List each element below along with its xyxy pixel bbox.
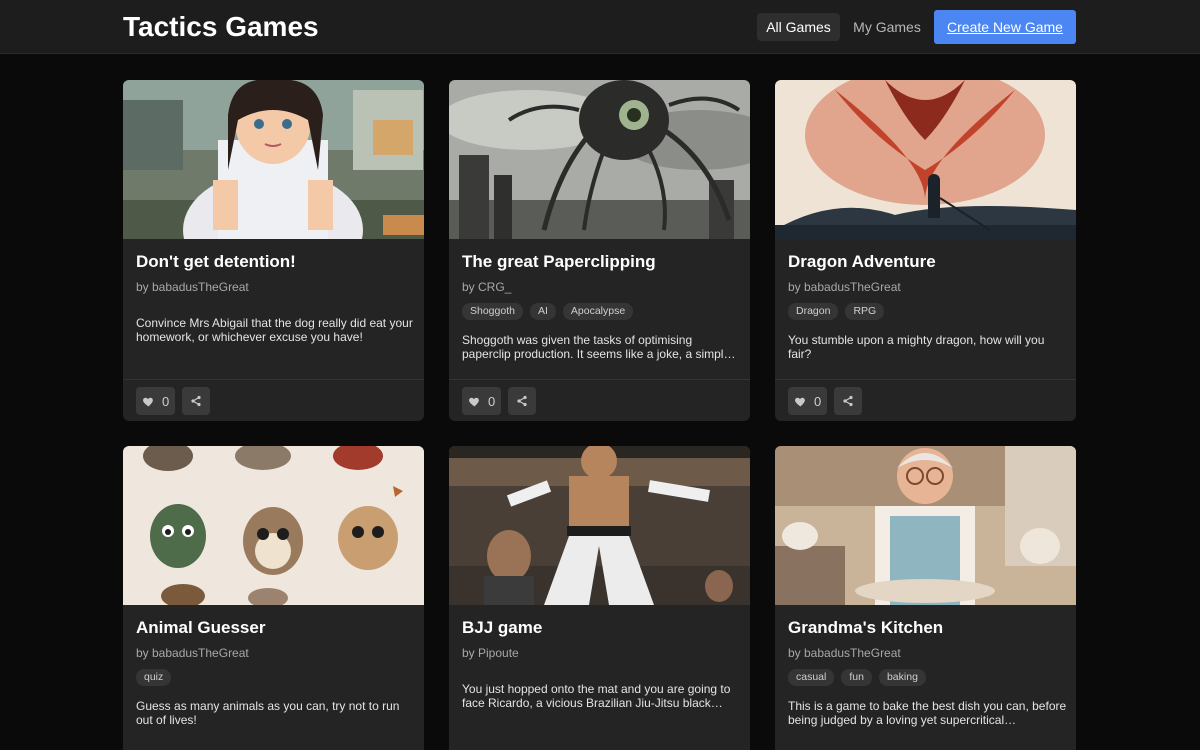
create-new-game-button[interactable]: Create New Game [934,10,1076,44]
like-count: 0 [162,394,170,409]
game-author: by babadusTheGreat [788,280,901,294]
heart-icon [142,395,155,408]
tag-list: quiz [136,669,172,686]
game-card[interactable]: Don't get detention! by babadusTheGreat … [123,80,424,421]
game-title[interactable]: Animal Guesser [136,618,265,638]
game-description: You just hopped onto the mat and you are… [462,682,731,710]
game-title[interactable]: BJJ game [462,618,542,638]
game-description: Shoggoth was given the tasks of optimisi… [462,333,731,361]
tag[interactable]: Dragon [788,303,839,320]
page-title: Tactics Games [123,11,319,42]
game-author: by CRG_ [462,280,512,294]
like-button[interactable]: 0 [788,387,827,415]
game-description: Guess as many animals as you can, try no… [136,699,400,727]
game-title[interactable]: The great Paperclipping [462,252,656,272]
tab-my-games[interactable]: My Games [846,13,928,41]
game-card[interactable]: Grandma's Kitchen by babadusTheGreat cas… [775,446,1076,750]
share-icon [190,395,202,407]
tag[interactable]: AI [529,303,556,320]
game-description: Convince Mrs Abigail that the dog really… [136,316,413,344]
game-cover-image[interactable] [449,80,750,239]
tag-list: casual fun baking [788,669,926,686]
share-button[interactable] [508,387,536,415]
heart-icon [468,395,481,408]
tab-all-games[interactable]: All Games [757,13,840,41]
game-cover-image[interactable] [775,446,1076,605]
game-author: by babadusTheGreat [788,646,901,660]
game-description: This is a game to bake the best dish you… [788,699,1067,727]
game-cover-image[interactable] [123,446,424,605]
game-author: by Pipoute [462,646,519,660]
share-button[interactable] [182,387,210,415]
game-card[interactable]: The great Paperclipping by CRG_ Shoggoth… [449,80,750,421]
tag-list: Dragon RPG [788,303,885,320]
card-footer: 0 [123,379,424,421]
like-count: 0 [488,394,496,409]
like-count: 0 [814,394,822,409]
game-cover-image[interactable] [123,80,424,239]
game-card[interactable]: Animal Guesser by babadusTheGreat quiz G… [123,446,424,750]
share-icon [842,395,854,407]
game-description: You stumble upon a mighty dragon, how wi… [788,333,1045,361]
game-author: by babadusTheGreat [136,280,249,294]
share-button[interactable] [834,387,862,415]
game-cover-image[interactable] [449,446,750,605]
game-cover-image[interactable] [775,80,1076,239]
tag[interactable]: quiz [136,669,172,686]
game-card[interactable]: Dragon Adventure by babadusTheGreat Drag… [775,80,1076,421]
heart-icon [794,395,807,408]
game-card[interactable]: BJJ game by Pipoute You just hopped onto… [449,446,750,750]
tag[interactable]: fun [841,669,872,686]
game-title[interactable]: Dragon Adventure [788,252,936,272]
tag[interactable]: casual [788,669,835,686]
game-title[interactable]: Grandma's Kitchen [788,618,943,638]
card-footer: 0 [449,379,750,421]
game-title[interactable]: Don't get detention! [136,252,296,272]
card-footer: 0 [775,379,1076,421]
tag[interactable]: baking [878,669,926,686]
like-button[interactable]: 0 [136,387,175,415]
top-bar: Tactics Games All Games My Games Create … [0,0,1200,54]
tag[interactable]: RPG [845,303,885,320]
game-author: by babadusTheGreat [136,646,249,660]
like-button[interactable]: 0 [462,387,501,415]
tag[interactable]: Shoggoth [462,303,523,320]
tag-list: Shoggoth AI Apocalypse [462,303,634,320]
share-icon [516,395,528,407]
tag[interactable]: Apocalypse [562,303,634,320]
